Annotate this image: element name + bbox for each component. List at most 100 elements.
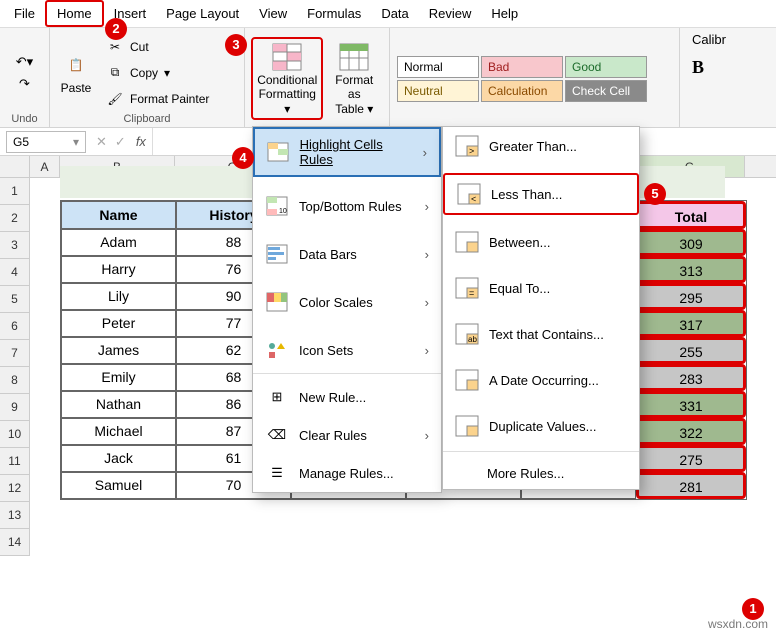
top-bottom-icon: 10 — [265, 195, 289, 217]
bold-button[interactable]: B — [692, 57, 704, 78]
style-bad[interactable]: Bad — [481, 56, 563, 78]
cut-icon: ✂ — [106, 38, 124, 56]
copy-icon: ⧉ — [106, 64, 124, 82]
svg-text:=: = — [469, 288, 474, 298]
cell-total[interactable]: 313 — [636, 256, 746, 283]
callout-5: 5 — [644, 183, 666, 205]
rule-greater-than[interactable]: > Greater Than... — [443, 127, 639, 165]
style-good[interactable]: Good — [565, 56, 647, 78]
cell-name[interactable]: Adam — [61, 229, 176, 256]
cell-total[interactable]: 317 — [636, 310, 746, 337]
group-clipboard-label: Clipboard — [56, 113, 238, 125]
th-total: Total — [636, 201, 746, 229]
cell-name[interactable]: Emily — [61, 364, 176, 391]
row-9[interactable]: 9 — [0, 394, 30, 421]
cell-name[interactable]: Jack — [61, 445, 176, 472]
cell-total[interactable]: 295 — [636, 283, 746, 310]
style-check-cell[interactable]: Check Cell — [565, 80, 647, 102]
style-normal[interactable]: Normal — [397, 56, 479, 78]
select-all-corner[interactable] — [0, 156, 30, 177]
rule-less-than[interactable]: < Less Than... — [443, 173, 639, 215]
enter-icon[interactable]: ✓ — [115, 134, 126, 150]
rule-duplicate-values[interactable]: Duplicate Values... — [443, 407, 639, 445]
spreadsheet-grid[interactable]: A B C D E F G 1234567891011121314 Filt N… — [0, 156, 776, 556]
svg-text:>: > — [469, 146, 474, 156]
menu-formulas[interactable]: Formulas — [297, 2, 371, 25]
row-4[interactable]: 4 — [0, 259, 30, 286]
format-as-table-button[interactable]: Format as Table ▾ — [325, 39, 383, 118]
menu-help[interactable]: Help — [481, 2, 528, 25]
menu-view[interactable]: View — [249, 2, 297, 25]
name-box[interactable]: G5▾ — [6, 131, 86, 153]
date-occurring-icon — [455, 369, 479, 391]
greater-than-icon: > — [455, 135, 479, 157]
row-1[interactable]: 1 — [0, 178, 30, 205]
row-14[interactable]: 14 — [0, 529, 30, 556]
cell-name[interactable]: James — [61, 337, 176, 364]
rule-equal-to[interactable]: = Equal To... — [443, 269, 639, 307]
callout-2: 2 — [105, 18, 127, 40]
copy-button[interactable]: ⧉Copy ▾ — [102, 62, 213, 84]
cf-highlight-cells-rules[interactable]: Highlight Cells Rules › — [253, 127, 441, 177]
cancel-icon[interactable]: ✕ — [96, 134, 107, 150]
clear-rules-icon: ⌫ — [265, 424, 289, 446]
cf-data-bars[interactable]: Data Bars› — [253, 235, 441, 273]
cell-total[interactable]: 322 — [636, 418, 746, 445]
cell-name[interactable]: Harry — [61, 256, 176, 283]
cell-name[interactable]: Samuel — [61, 472, 176, 499]
cf-new-rule[interactable]: ⊞New Rule... — [253, 378, 441, 416]
fx-icon[interactable]: fx — [136, 134, 146, 149]
highlight-rules-submenu: > Greater Than... < Less Than... Between… — [442, 126, 640, 490]
ribbon: ↶▾ ↷ Undo 📋 Paste ✂Cut ⧉Copy ▾ 🖌Format P… — [0, 28, 776, 128]
style-neutral[interactable]: Neutral — [397, 80, 479, 102]
row-3[interactable]: 3 — [0, 232, 30, 259]
cell-name[interactable]: Peter — [61, 310, 176, 337]
menu-pagelayout[interactable]: Page Layout — [156, 2, 249, 25]
less-than-icon: < — [457, 183, 481, 205]
rule-text-contains[interactable]: ab Text that Contains... — [443, 315, 639, 353]
col-A[interactable]: A — [30, 156, 60, 177]
row-12[interactable]: 12 — [0, 475, 30, 502]
svg-text:10: 10 — [279, 208, 287, 215]
cell-total[interactable]: 255 — [636, 337, 746, 364]
row-6[interactable]: 6 — [0, 313, 30, 340]
conditional-formatting-button[interactable]: Conditional Formatting ▾ — [253, 39, 321, 118]
format-painter-button[interactable]: 🖌Format Painter — [102, 88, 213, 110]
menu-file[interactable]: File — [4, 2, 45, 25]
row-2[interactable]: 2 — [0, 205, 30, 232]
font-name[interactable]: Calibr — [692, 32, 726, 47]
cell-total[interactable]: 309 — [636, 229, 746, 256]
cell-name[interactable]: Nathan — [61, 391, 176, 418]
cf-top-bottom-rules[interactable]: 10 Top/Bottom Rules› — [253, 187, 441, 225]
row-11[interactable]: 11 — [0, 448, 30, 475]
cf-clear-rules[interactable]: ⌫Clear Rules› — [253, 416, 441, 454]
undo-icon[interactable]: ↶▾ — [16, 53, 34, 71]
cf-manage-rules[interactable]: ☰Manage Rules... — [253, 454, 441, 492]
rule-more-rules[interactable]: More Rules... — [443, 458, 639, 489]
rule-date-occurring[interactable]: A Date Occurring... — [443, 361, 639, 399]
th-name: Name — [61, 201, 176, 229]
row-8[interactable]: 8 — [0, 367, 30, 394]
svg-text:<: < — [471, 194, 476, 204]
row-10[interactable]: 10 — [0, 421, 30, 448]
redo-icon[interactable]: ↷ — [16, 75, 34, 93]
menu-home[interactable]: Home — [45, 0, 104, 27]
style-calculation[interactable]: Calculation — [481, 80, 563, 102]
menu-data[interactable]: Data — [371, 2, 418, 25]
highlight-rules-icon — [267, 141, 290, 163]
cf-color-scales[interactable]: Color Scales› — [253, 283, 441, 321]
cell-total[interactable]: 281 — [636, 472, 746, 499]
rule-between[interactable]: Between... — [443, 223, 639, 261]
cell-name[interactable]: Michael — [61, 418, 176, 445]
table-icon — [338, 41, 370, 73]
paste-button[interactable]: 📋 Paste — [56, 47, 96, 97]
cell-total[interactable]: 331 — [636, 391, 746, 418]
row-13[interactable]: 13 — [0, 502, 30, 529]
cell-name[interactable]: Lily — [61, 283, 176, 310]
row-7[interactable]: 7 — [0, 340, 30, 367]
row-5[interactable]: 5 — [0, 286, 30, 313]
cf-icon-sets[interactable]: Icon Sets› — [253, 331, 441, 369]
menu-review[interactable]: Review — [419, 2, 482, 25]
cell-total[interactable]: 283 — [636, 364, 746, 391]
cell-total[interactable]: 275 — [636, 445, 746, 472]
